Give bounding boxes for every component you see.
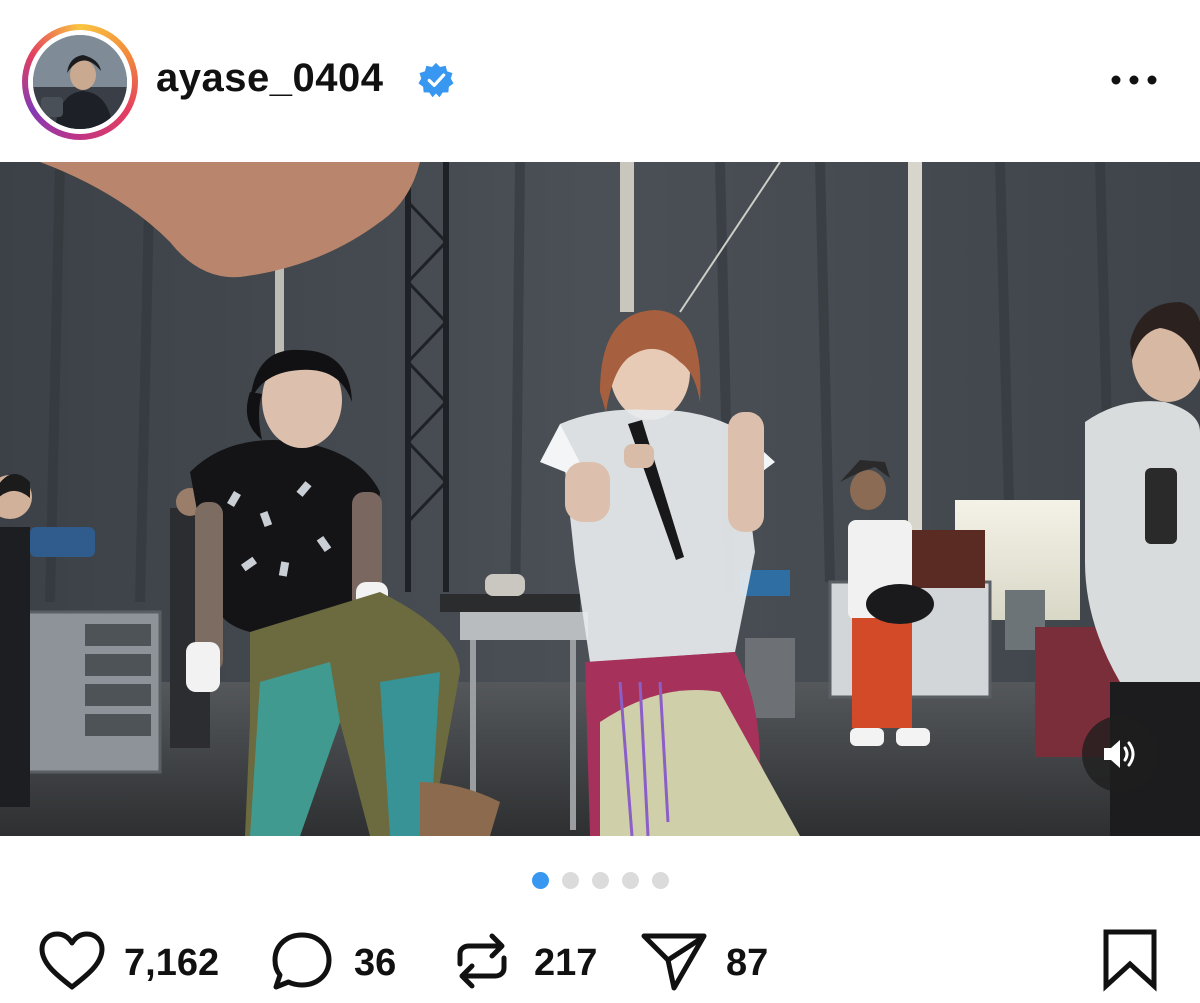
carousel-dot-active[interactable]	[532, 872, 549, 889]
repost-button[interactable]: 217	[452, 930, 612, 994]
verified-badge-icon	[418, 62, 454, 98]
like-count[interactable]: 7,162	[124, 942, 219, 985]
heart-icon	[39, 931, 105, 990]
comment-button[interactable]: 36	[270, 930, 410, 994]
post-media-video[interactable]	[0, 162, 1200, 836]
video-frame	[0, 162, 1200, 836]
sound-toggle-button[interactable]	[1082, 716, 1158, 792]
share-count[interactable]: 87	[726, 942, 768, 985]
like-button[interactable]: 7,162	[38, 930, 238, 994]
speaker-on-icon	[1104, 740, 1135, 768]
comment-bubble-icon	[272, 932, 332, 990]
carousel-dot[interactable]	[652, 872, 669, 889]
profile-avatar[interactable]	[33, 35, 127, 129]
comment-count[interactable]: 36	[354, 942, 396, 985]
paper-plane-icon	[641, 933, 707, 991]
bookmark-icon	[1103, 929, 1157, 992]
story-ring[interactable]	[22, 24, 138, 140]
save-button[interactable]	[1100, 928, 1160, 992]
carousel-dot[interactable]	[562, 872, 579, 889]
carousel-indicator	[0, 872, 1200, 890]
carousel-dot[interactable]	[592, 872, 609, 889]
more-options-icon[interactable]	[1108, 64, 1160, 96]
username[interactable]: ayase_0404	[156, 56, 383, 101]
repost-icon	[457, 933, 507, 989]
share-button[interactable]: 87	[640, 930, 790, 994]
post-header: ayase_0404	[0, 0, 1200, 162]
carousel-dot[interactable]	[622, 872, 639, 889]
repost-count[interactable]: 217	[534, 942, 597, 985]
